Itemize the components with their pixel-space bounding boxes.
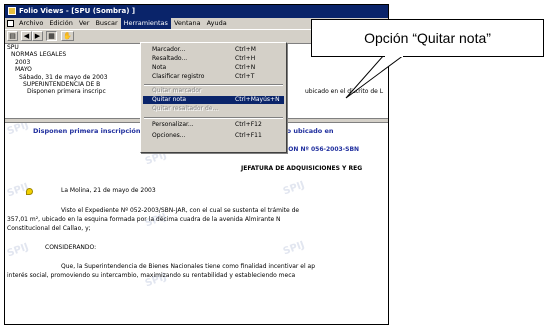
hand-icon[interactable]: ✋ [61,31,74,41]
window-title: Folio Views - [SPU (Sombra) ] [19,7,136,15]
menu-item-nota[interactable]: Nota Ctrl+N [143,64,284,72]
jefatura-title: JEFATURA DE ADQUISICIONES Y REG [241,165,363,172]
callout-box: Opción “Quitar nota” [311,19,544,57]
watermark: SPIJ [5,123,31,138]
menu-herramientas[interactable]: Herramientas [120,18,171,29]
watermark: SPIJ [281,239,307,258]
back-icon[interactable]: ◀ [21,31,32,41]
title-bar[interactable]: Folio Views - [SPU (Sombra) ] [5,5,388,18]
menu-separator [144,117,283,119]
paragraph-line: Constitucional del Callao, y; [7,225,91,232]
menu-item-personalizar[interactable]: Personalizar... Ctrl+F12 [143,121,284,129]
tree-item-tail: ubicado en el distrito de L [305,88,384,96]
menu-ventana[interactable]: Ventana [171,18,204,29]
menu-edicion[interactable]: Edición [46,18,76,29]
paragraph-line: Que, la Superintendencia de Bienes Nacio… [61,263,316,270]
note-icon[interactable] [26,188,33,195]
contents-icon[interactable]: ▦ [46,31,57,41]
watermark: SPIJ [5,241,31,260]
document-control-icon[interactable] [7,20,14,27]
paragraph-line: Visto el Expediente Nº 052-2003/SBN-JAR,… [61,207,300,214]
print-icon[interactable]: ▤ [7,31,18,41]
document-pane: SPIJ SPIJ SPIJ SPIJ SPIJ SPIJ SPIJ SPIJ … [5,123,388,324]
menu-buscar[interactable]: Buscar [92,18,120,29]
watermark: SPIJ [281,179,307,198]
folio-app-icon [8,7,16,15]
forward-icon[interactable]: ▶ [32,31,43,41]
menu-item-marcador[interactable]: Marcador... Ctrl+M [143,46,284,54]
menu-item-resaltado[interactable]: Resaltado... Ctrl+H [143,55,284,63]
toolbar-label-area [75,31,135,41]
menu-ayuda[interactable]: Ayuda [204,18,230,29]
menu-item-quitar-nota[interactable]: Quitar nota Ctrl+Mayús+N [143,96,284,104]
menu-item-quitar-marcador[interactable]: Quitar marcador [143,87,284,95]
menu-item-clasificar-registro[interactable]: Clasificar registro Ctrl+T [143,73,284,81]
menu-separator [144,84,283,86]
considerando-heading: CONSIDERANDO: [45,244,97,251]
paragraph-line: interés social, promoviendo su intercamb… [7,272,296,279]
callout-text: Opción “Quitar nota” [364,30,491,46]
document-date: La Molina, 21 de mayo de 2003 [61,187,156,194]
herramientas-dropdown: Marcador... Ctrl+M Resaltado... Ctrl+H N… [140,42,287,153]
paragraph-line: 357,01 m², ubicado en la esquina formada… [7,216,281,223]
menu-item-quitar-resaltador[interactable]: Quitar resaltador de... [143,105,284,113]
menu-ver[interactable]: Ver [76,18,93,29]
menu-archivo[interactable]: Archivo [16,18,46,29]
menu-item-opciones[interactable]: Opciones... Ctrl+F11 [143,132,284,140]
